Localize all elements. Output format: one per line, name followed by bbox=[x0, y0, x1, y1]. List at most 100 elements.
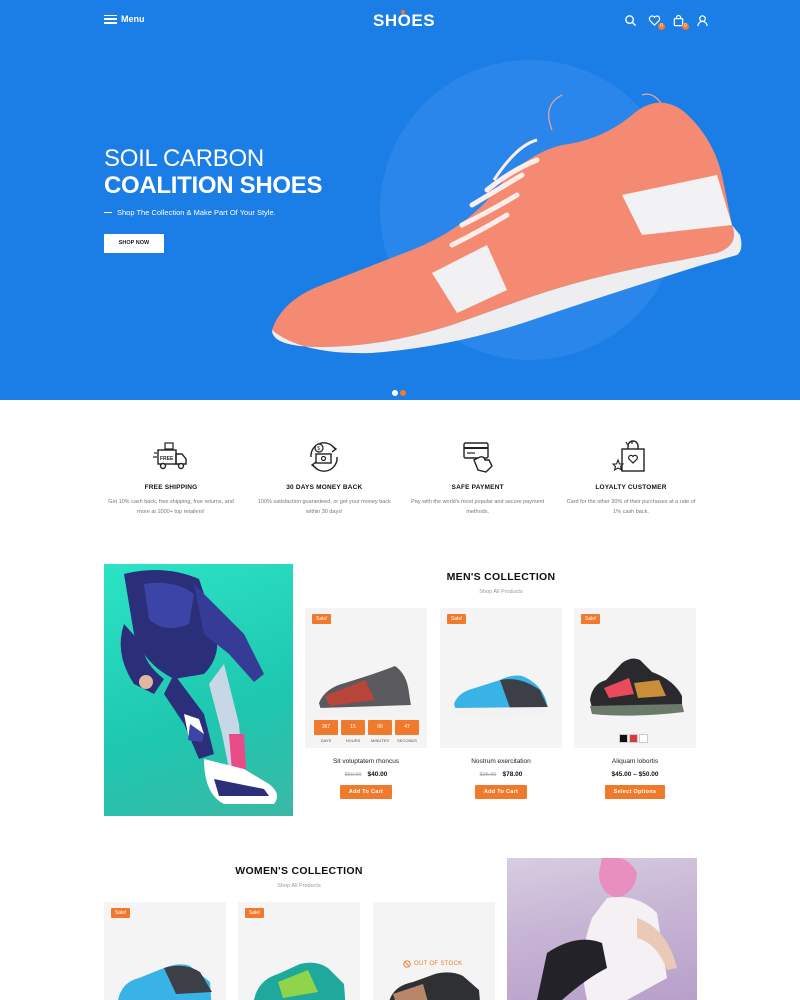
color-swatch[interactable] bbox=[629, 734, 638, 743]
svg-text:$: $ bbox=[318, 446, 321, 452]
header-icons: 0 0 bbox=[624, 14, 709, 30]
product-image[interactable]: Sale! bbox=[574, 608, 696, 748]
wishlist-heart-icon[interactable]: 0 bbox=[648, 14, 665, 30]
countdown-label: SECONDS bbox=[397, 738, 417, 743]
countdown-hours: 15 HOURS bbox=[341, 720, 365, 743]
cart-bag-icon[interactable]: 0 bbox=[672, 14, 689, 30]
shop-now-button[interactable]: SHOP NOW bbox=[104, 234, 164, 253]
feature-text: Card for the other 30% of their purchase… bbox=[566, 499, 696, 515]
logo-text-o: O bbox=[397, 10, 412, 30]
product-image[interactable]: OUT OF STOCK bbox=[373, 902, 495, 1000]
product-card: Sale! bbox=[104, 902, 226, 1000]
product-card: Sale! Nostrum exercitation $95.00 $78.00 … bbox=[440, 608, 562, 799]
countdown-label: MINUTES bbox=[371, 738, 389, 743]
product-image[interactable]: Sale! 367 DAYS 15 HOURS 06 MINUTES 47 SE… bbox=[305, 608, 427, 748]
menu-button[interactable]: Menu bbox=[104, 14, 145, 24]
womens-collection-shop-all-link[interactable]: Shop All Products bbox=[104, 883, 494, 889]
mens-collection-shop-all-link[interactable]: Shop All Products bbox=[305, 589, 697, 595]
hero-banner: Menu SHOES 0 0 SOIL CARBON COALITION SHO… bbox=[0, 0, 800, 400]
mens-collection-photo[interactable] bbox=[104, 564, 293, 816]
sale-price: $78.00 bbox=[502, 771, 523, 778]
money-back-icon: $ bbox=[310, 442, 339, 472]
color-swatch[interactable] bbox=[639, 734, 648, 743]
old-price: $95.00 bbox=[479, 772, 497, 778]
product-image[interactable]: Sale! bbox=[104, 902, 226, 1000]
user-account-icon[interactable] bbox=[696, 14, 709, 27]
product-image[interactable]: Sale! bbox=[238, 902, 360, 1000]
page: Menu SHOES 0 0 SOIL CARBON COALITION SHO… bbox=[0, 0, 800, 1000]
product-name[interactable]: Sit voluptatem rhoncus bbox=[305, 758, 427, 765]
out-of-stock-text: OUT OF STOCK bbox=[414, 961, 463, 967]
countdown-value: 15 bbox=[341, 720, 365, 735]
countdown-seconds: 47 SECONDS bbox=[395, 720, 419, 743]
womens-collection-title: WOMEN'S COLLECTION bbox=[235, 865, 363, 877]
sale-badge: Sale! bbox=[312, 614, 332, 624]
wishlist-count-badge: 0 bbox=[658, 23, 665, 30]
feature-title: FREE SHIPPING bbox=[144, 484, 198, 491]
color-swatch[interactable] bbox=[619, 734, 628, 743]
countdown-label: HOURS bbox=[345, 738, 361, 743]
shoe-image bbox=[454, 675, 549, 717]
sale-badge: Sale! bbox=[245, 908, 265, 918]
out-of-stock-icon bbox=[403, 960, 411, 968]
sale-badge: Sale! bbox=[581, 614, 601, 624]
product-name[interactable]: Aliquam lobortis bbox=[574, 758, 696, 765]
svg-text:FREE: FREE bbox=[160, 456, 174, 462]
countdown-label: DAYS bbox=[320, 738, 332, 743]
feature-title: LOYALTY CUSTOMER bbox=[595, 484, 667, 491]
select-options-button[interactable]: Select Options bbox=[605, 785, 665, 799]
feature-safe-payment: SAFE PAYMENT Pay with the world's most p… bbox=[411, 438, 545, 517]
countdown-minutes: 06 MINUTES bbox=[368, 720, 392, 743]
features-row: FREE FREE SHIPPING Get 10% cash back, fr… bbox=[104, 438, 698, 517]
mens-collection-title: MEN'S COLLECTION bbox=[446, 571, 556, 583]
sale-badge: Sale! bbox=[111, 908, 131, 918]
logo-text-start: SH bbox=[373, 11, 398, 30]
feature-text: Pay with the world's most popular and se… bbox=[411, 499, 545, 515]
product-card: Sale! Aliquam lobortis $45.00 – $50.00 S… bbox=[574, 608, 696, 799]
countdown-value: 06 bbox=[368, 720, 392, 735]
loyalty-gift-bag-icon bbox=[611, 440, 645, 472]
hero-shoe-image bbox=[272, 93, 742, 354]
slider-dot-2[interactable] bbox=[400, 390, 406, 396]
countdown-value: 47 bbox=[395, 720, 419, 735]
mens-model-illustration bbox=[120, 570, 278, 804]
header: Menu SHOES 0 0 bbox=[0, 0, 800, 44]
product-price: $95.00 $78.00 bbox=[440, 771, 562, 778]
feature-text: Get 10% cash back, free shipping, free r… bbox=[108, 499, 234, 515]
product-price: $50.00 $40.00 bbox=[305, 771, 427, 778]
old-price: $50.00 bbox=[344, 772, 362, 778]
shoe-image bbox=[590, 658, 684, 716]
sale-badge: Sale! bbox=[447, 614, 467, 624]
feature-text: 100% satisfaction guaranteed, or get you… bbox=[257, 499, 391, 515]
add-to-cart-button[interactable]: Add To Cart bbox=[475, 785, 527, 799]
slider-dots bbox=[392, 390, 406, 396]
feature-money-back: $ 30 DAYS MONEY BACK 100% satisfaction g… bbox=[257, 438, 391, 517]
feature-title: 30 DAYS MONEY BACK bbox=[286, 484, 363, 491]
countdown-days: 367 DAYS bbox=[314, 720, 338, 743]
search-icon[interactable] bbox=[624, 14, 637, 27]
shoe-image bbox=[389, 972, 480, 1000]
feature-title: SAFE PAYMENT bbox=[451, 484, 504, 491]
logo[interactable]: SHOES bbox=[373, 10, 436, 31]
color-swatches bbox=[619, 734, 648, 743]
hero-title-line1: SOIL CARBON bbox=[104, 145, 264, 172]
slider-dot-1[interactable] bbox=[392, 390, 398, 396]
product-name[interactable]: Nostrum exercitation bbox=[440, 758, 562, 765]
product-card: Sale! bbox=[238, 902, 360, 1000]
hamburger-icon bbox=[104, 14, 117, 24]
feature-free-shipping: FREE FREE SHIPPING Get 10% cash back, fr… bbox=[104, 438, 238, 517]
product-card: OUT OF STOCK bbox=[373, 902, 495, 1000]
product-image[interactable]: Sale! bbox=[440, 608, 562, 748]
sale-price: $40.00 bbox=[367, 771, 388, 778]
product-price: $45.00 – $50.00 bbox=[574, 771, 696, 778]
countdown-timer: 367 DAYS 15 HOURS 06 MINUTES 47 SECONDS bbox=[314, 720, 419, 743]
logo-text-end: ES bbox=[411, 11, 436, 30]
menu-label: Menu bbox=[121, 14, 145, 24]
womens-model-illustration bbox=[537, 858, 677, 1000]
countdown-value: 367 bbox=[314, 720, 338, 735]
hero-subtitle: Shop The Collection & Make Part Of Your … bbox=[104, 208, 276, 217]
safe-payment-card-icon bbox=[462, 442, 493, 473]
cart-count-badge: 0 bbox=[682, 23, 689, 30]
add-to-cart-button[interactable]: Add To Cart bbox=[340, 785, 392, 799]
womens-collection-photo[interactable] bbox=[507, 858, 697, 1000]
